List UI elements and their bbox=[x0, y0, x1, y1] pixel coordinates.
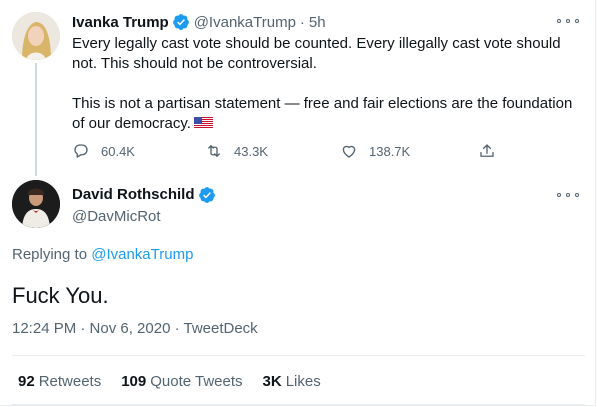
main-tweet-text: Fuck You. bbox=[12, 283, 109, 308]
separator-dot: · bbox=[299, 13, 305, 31]
main-author-handle[interactable]: @DavMicRot bbox=[72, 207, 220, 227]
retweet-button[interactable]: 43.3K bbox=[205, 142, 268, 160]
tweet-stats: 92 Retweets 109 Quote Tweets 3K Likes bbox=[18, 373, 341, 390]
reply-icon bbox=[74, 144, 88, 158]
heart-icon bbox=[342, 145, 356, 158]
main-author-name[interactable]: David Rothschild bbox=[72, 185, 195, 205]
divider bbox=[12, 355, 585, 356]
replying-prefix: Replying to bbox=[12, 246, 88, 263]
quotes-count: 109 bbox=[121, 373, 147, 390]
share-button[interactable] bbox=[478, 142, 507, 160]
like-count: 138.7K bbox=[369, 143, 411, 159]
retweet-count: 43.3K bbox=[234, 143, 268, 159]
likes-stat[interactable]: 3K Likes bbox=[263, 373, 321, 390]
avatar-david[interactable] bbox=[12, 180, 60, 228]
divider bbox=[12, 404, 585, 405]
more-options-icon[interactable] bbox=[557, 14, 579, 28]
parent-tweet-actions: 60.4K 43.3K 138.7K bbox=[72, 142, 502, 162]
likes-label: Likes bbox=[285, 373, 321, 390]
quote-tweets-stat[interactable]: 109 Quote Tweets bbox=[121, 373, 242, 390]
tweet-timestamp[interactable]: 12:24 PM · Nov 6, 2020 · TweetDeck bbox=[12, 320, 258, 337]
parent-author-name[interactable]: Ivanka Trump bbox=[72, 14, 169, 31]
parent-tweet-time[interactable]: 5h bbox=[309, 14, 326, 31]
retweets-count: 92 bbox=[18, 373, 35, 390]
parent-tweet-paragraph-1: Every legally cast vote should be counte… bbox=[72, 35, 561, 72]
retweets-label: Retweets bbox=[38, 373, 102, 390]
quotes-label: Quote Tweets bbox=[150, 373, 243, 390]
retweet-icon bbox=[208, 145, 220, 157]
verified-badge-icon bbox=[198, 187, 215, 203]
verified-badge-icon bbox=[172, 14, 189, 30]
share-icon bbox=[480, 144, 494, 157]
reply-count: 60.4K bbox=[101, 143, 135, 159]
more-options-icon[interactable] bbox=[557, 188, 579, 202]
replying-to-link[interactable]: @IvankaTrump bbox=[91, 246, 193, 263]
likes-count: 3K bbox=[262, 373, 282, 390]
main-tweet-header: David Rothschild @DavMicRot bbox=[72, 185, 220, 227]
parent-tweet-paragraph-2: This is not a partisan statement — free … bbox=[72, 94, 582, 134]
avatar-image bbox=[12, 12, 60, 60]
parent-author-handle[interactable]: @IvankaTrump bbox=[194, 14, 296, 31]
us-flag-icon bbox=[193, 116, 213, 129]
parent-tweet-header: Ivanka Trump @IvankaTrump · 5h bbox=[72, 12, 326, 32]
like-button[interactable]: 138.7K bbox=[340, 142, 410, 160]
parent-tweet-paragraph-2-text: This is not a partisan statement — free … bbox=[72, 95, 573, 132]
retweets-stat[interactable]: 92 Retweets bbox=[18, 373, 101, 390]
avatar-ivanka[interactable] bbox=[12, 12, 60, 60]
thread-connector-line bbox=[35, 63, 37, 176]
parent-tweet-text: Every legally cast vote should be counte… bbox=[72, 34, 582, 134]
avatar-image bbox=[12, 180, 60, 228]
reply-button[interactable]: 60.4K bbox=[72, 142, 135, 160]
replying-to-line: Replying to @IvankaTrump bbox=[12, 246, 193, 263]
